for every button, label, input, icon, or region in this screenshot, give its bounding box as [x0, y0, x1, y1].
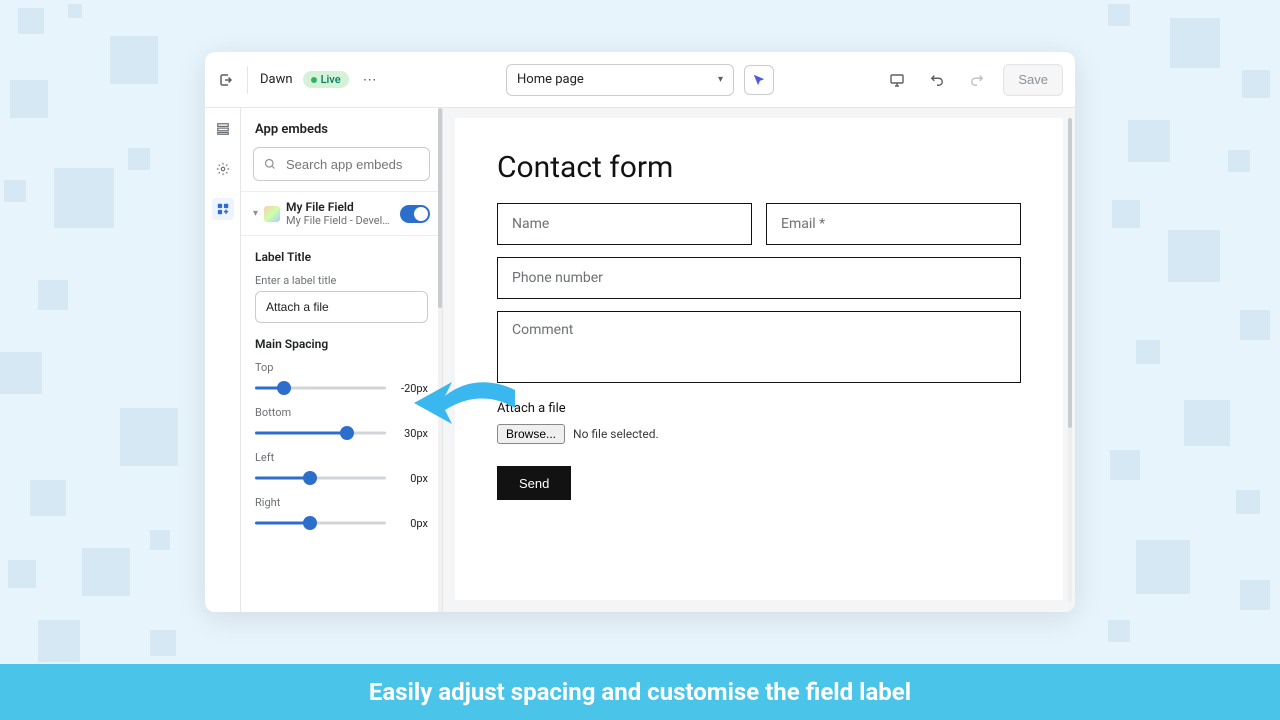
slider-bottom-label: Bottom	[255, 406, 428, 419]
app-embeds-icon[interactable]	[212, 198, 234, 220]
label-title-sub: Enter a label title	[255, 274, 428, 287]
save-button: Save	[1003, 64, 1063, 96]
preview-canvas: Contact form Name Email * Phone number C…	[455, 118, 1063, 600]
more-icon[interactable]: ⋯	[359, 68, 381, 92]
slider-left-label: Left	[255, 451, 428, 464]
slider-right-label: Right	[255, 496, 428, 509]
caret-down-icon[interactable]: ▾	[253, 208, 258, 219]
sidebar-title: App embeds	[241, 108, 442, 147]
file-input-row: Browse... No file selected.	[497, 424, 1021, 444]
marketing-banner: Easily adjust spacing and customise the …	[0, 664, 1280, 720]
chevron-down-icon: ▾	[718, 74, 723, 85]
redo-icon	[963, 66, 991, 94]
app-embed-row[interactable]: ▾ My File Field My File Field - Develop.…	[241, 191, 442, 236]
theme-name: Dawn	[260, 72, 293, 87]
slider-right-value: 0px	[394, 517, 428, 530]
attach-label: Attach a file	[497, 401, 1021, 416]
app-subtitle: My File Field - Develop...	[286, 214, 394, 227]
undo-icon[interactable]	[923, 66, 951, 94]
slider-left[interactable]	[255, 470, 386, 486]
slider-top-label: Top	[255, 361, 428, 374]
file-status: No file selected.	[573, 427, 659, 441]
settings-icon[interactable]	[212, 158, 234, 180]
editor-window: Dawn Live ⋯ Home page ▾ Save	[205, 52, 1075, 612]
sidebar: App embeds ▾ My File Field My File Field…	[241, 108, 443, 612]
search-input-wrap[interactable]	[253, 147, 430, 181]
search-input[interactable]	[284, 156, 464, 173]
slider-left-value: 0px	[394, 472, 428, 485]
phone-field[interactable]: Phone number	[497, 257, 1021, 299]
arrow-callout	[410, 368, 520, 438]
slider-bottom[interactable]	[255, 425, 386, 441]
left-rail	[205, 108, 241, 612]
page-select-label: Home page	[517, 72, 584, 87]
app-icon	[264, 206, 280, 222]
sections-icon[interactable]	[212, 118, 234, 140]
sidebar-scrollbar-thumb[interactable]	[438, 108, 442, 308]
search-icon	[264, 155, 276, 174]
desktop-view-icon[interactable]	[883, 66, 911, 94]
label-title-heading: Label Title	[255, 250, 428, 264]
label-title-input[interactable]	[255, 291, 428, 323]
topbar-right: Save	[883, 64, 1063, 96]
exit-icon[interactable]	[217, 71, 235, 89]
status-label: Live	[321, 73, 341, 86]
spacing-heading: Main Spacing	[255, 337, 428, 351]
slider-right[interactable]	[255, 515, 386, 531]
topbar-center: Home page ▾	[506, 64, 774, 96]
slider-top[interactable]	[255, 380, 386, 396]
comment-field[interactable]: Comment	[497, 311, 1021, 383]
editor-body: App embeds ▾ My File Field My File Field…	[205, 108, 1075, 612]
app-toggle[interactable]	[400, 205, 430, 223]
topbar: Dawn Live ⋯ Home page ▾ Save	[205, 52, 1075, 108]
divider	[247, 66, 248, 94]
inspector-button[interactable]	[744, 65, 774, 95]
app-name: My File Field	[286, 200, 394, 214]
name-field[interactable]: Name	[497, 203, 752, 245]
form-title: Contact form	[497, 150, 1021, 185]
send-button[interactable]: Send	[497, 466, 571, 500]
preview-pane: Contact form Name Email * Phone number C…	[443, 108, 1075, 612]
preview-scrollbar-thumb[interactable]	[1068, 118, 1072, 428]
email-field[interactable]: Email *	[766, 203, 1021, 245]
status-badge: Live	[303, 71, 349, 88]
page-select[interactable]: Home page ▾	[506, 64, 734, 96]
